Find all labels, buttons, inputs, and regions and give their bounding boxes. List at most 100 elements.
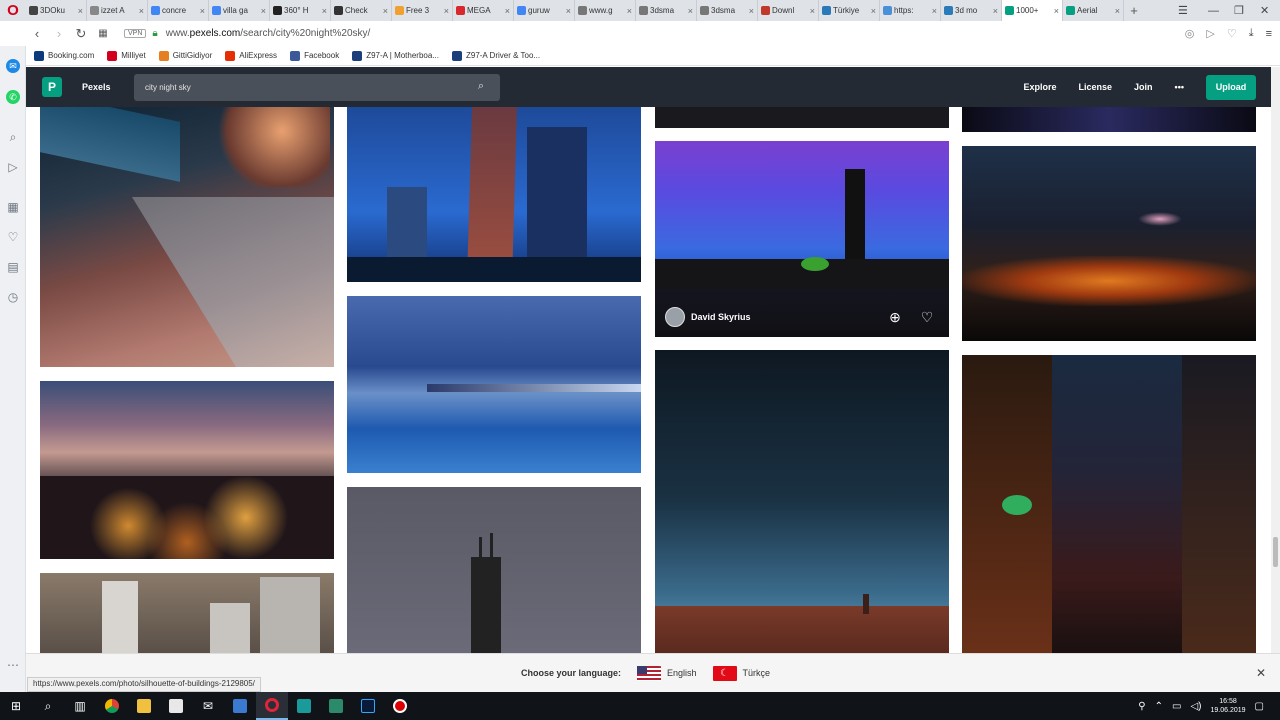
clock[interactable]: 16:58 19.06.2019 bbox=[1211, 697, 1246, 715]
browser-tab[interactable]: 3dsma × bbox=[636, 0, 697, 21]
easy-setup-icon[interactable]: ≡ bbox=[1266, 28, 1272, 40]
start-icon[interactable]: ⊞ bbox=[0, 692, 32, 720]
mail-icon[interactable]: ✉ bbox=[192, 692, 224, 720]
browser-tab[interactable]: villa ga × bbox=[209, 0, 270, 21]
browser-tab[interactable]: Downl × bbox=[758, 0, 819, 21]
bookmark-item[interactable]: Milliyet bbox=[107, 50, 146, 61]
vpn-badge[interactable]: VPN bbox=[124, 29, 147, 38]
download-icon[interactable]: ⤓ bbox=[1249, 27, 1254, 40]
tab-close-icon[interactable]: × bbox=[749, 6, 754, 16]
close-language-bar-icon[interactable]: ✕ bbox=[1256, 666, 1266, 680]
url-field[interactable]: www.pexels.com/search/city%20night%20sky… bbox=[166, 28, 371, 39]
bookmark-item[interactable]: Z97-A | Motherboa... bbox=[352, 50, 439, 61]
photo-bridge-road[interactable] bbox=[40, 107, 334, 367]
pexels-brand[interactable]: Pexels bbox=[82, 82, 111, 92]
tab-close-icon[interactable]: × bbox=[139, 6, 144, 16]
tab-close-icon[interactable]: × bbox=[200, 6, 205, 16]
file-explorer-icon[interactable] bbox=[128, 692, 160, 720]
send-icon[interactable]: ▷ bbox=[6, 160, 20, 174]
tab-close-icon[interactable]: × bbox=[810, 6, 815, 16]
lang-option-english[interactable]: English bbox=[637, 665, 697, 681]
people-icon[interactable]: ⚲ bbox=[1138, 701, 1145, 712]
bookmark-item[interactable]: Facebook bbox=[290, 50, 339, 61]
send-icon[interactable]: ▷ bbox=[1206, 27, 1214, 40]
photographer-name[interactable]: David Skyrius bbox=[691, 312, 751, 322]
tab-close-icon[interactable]: × bbox=[1115, 6, 1120, 16]
app-icon-blue[interactable] bbox=[224, 692, 256, 720]
browser-tab[interactable]: https: × bbox=[880, 0, 941, 21]
nav-join[interactable]: Join bbox=[1134, 82, 1153, 92]
browser-tab[interactable]: Check × bbox=[331, 0, 392, 21]
like-icon[interactable]: ♡ bbox=[920, 309, 934, 325]
news-icon[interactable]: ▤ bbox=[6, 260, 20, 274]
tab-close-icon[interactable]: × bbox=[444, 6, 449, 16]
back-icon[interactable]: ‹ bbox=[26, 26, 48, 41]
lang-option-turkish[interactable]: ☾ Türkçe bbox=[712, 665, 770, 681]
more-icon[interactable]: ⋯ bbox=[6, 658, 20, 672]
opera-menu-icon[interactable]: O bbox=[0, 0, 26, 21]
speed-dial-icon[interactable]: ▦ bbox=[6, 200, 20, 214]
bookmarks-icon[interactable]: ♡ bbox=[6, 230, 20, 244]
browser-tab[interactable]: 1000+ × bbox=[1002, 0, 1063, 21]
tab-close-icon[interactable]: × bbox=[627, 6, 632, 16]
browser-tab[interactable]: Free 3 × bbox=[392, 0, 453, 21]
whatsapp-icon[interactable]: ✆ bbox=[6, 90, 20, 104]
network-icon[interactable]: ▭ bbox=[1172, 701, 1181, 712]
new-tab-button[interactable]: + bbox=[1124, 3, 1144, 18]
tab-close-icon[interactable]: × bbox=[993, 6, 998, 16]
volume-icon[interactable]: ◁) bbox=[1190, 701, 1201, 712]
browser-tab[interactable]: izzet A × bbox=[87, 0, 148, 21]
scrollbar-thumb[interactable] bbox=[1273, 537, 1278, 567]
photoshop-icon[interactable] bbox=[352, 692, 384, 720]
browser-tab[interactable]: 3DOku × bbox=[26, 0, 87, 21]
browser-tab[interactable]: Türkiye × bbox=[819, 0, 880, 21]
maximize-button[interactable]: ❐ bbox=[1234, 0, 1244, 21]
browser-tab[interactable]: 360° H × bbox=[270, 0, 331, 21]
bookmark-item[interactable]: AliExpress bbox=[225, 50, 277, 61]
messenger-icon[interactable]: ✉ bbox=[6, 59, 20, 73]
opera-taskbar-icon[interactable] bbox=[256, 692, 288, 720]
tab-close-icon[interactable]: × bbox=[688, 6, 693, 16]
search-icon[interactable]: ⌕ bbox=[478, 80, 484, 93]
photo-street-night[interactable] bbox=[962, 355, 1256, 653]
upload-button[interactable]: Upload bbox=[1206, 74, 1256, 100]
tab-close-icon[interactable]: × bbox=[78, 6, 83, 16]
tab-close-icon[interactable]: × bbox=[932, 6, 937, 16]
photo-city-skyline-hover[interactable]: David Skyrius ⊕ ♡ bbox=[655, 141, 949, 337]
app-icon-green[interactable] bbox=[320, 692, 352, 720]
tab-close-icon[interactable]: × bbox=[505, 6, 510, 16]
photo-dark-top[interactable] bbox=[655, 107, 949, 128]
tab-menu-icon[interactable]: ☰ bbox=[1178, 0, 1188, 21]
photo-towers-storm[interactable] bbox=[40, 573, 334, 653]
page-scrollbar[interactable] bbox=[1271, 67, 1280, 653]
pexels-logo[interactable]: P bbox=[42, 77, 62, 97]
tab-close-icon[interactable]: × bbox=[261, 6, 266, 16]
nav-explore[interactable]: Explore bbox=[1023, 82, 1056, 92]
bookmark-item[interactable]: Z97-A Driver & Too... bbox=[451, 50, 540, 61]
tray-chevron-icon[interactable]: ⌃ bbox=[1155, 701, 1163, 712]
search-icon[interactable]: ⌕ bbox=[6, 130, 20, 144]
camera-icon[interactable]: ◎ bbox=[1185, 27, 1195, 40]
recorder-icon[interactable] bbox=[384, 692, 416, 720]
tab-close-icon[interactable]: × bbox=[566, 6, 571, 16]
browser-tab[interactable]: 3d mo × bbox=[941, 0, 1002, 21]
photo-skyscrapers-blue[interactable] bbox=[347, 107, 641, 282]
search-input[interactable]: city night sky ⌕ bbox=[134, 74, 500, 101]
photographer-avatar[interactable] bbox=[665, 307, 685, 327]
nav-license[interactable]: License bbox=[1079, 82, 1113, 92]
bookmark-item[interactable]: Booking.com bbox=[34, 50, 94, 61]
browser-tab[interactable]: MEGA × bbox=[453, 0, 514, 21]
close-window-button[interactable]: ✕ bbox=[1260, 0, 1269, 21]
bookmark-item[interactable]: GittiGidiyor bbox=[158, 50, 212, 61]
3dsmax-icon[interactable] bbox=[288, 692, 320, 720]
photo-coastline-blue[interactable] bbox=[347, 296, 641, 473]
photo-city-sunset[interactable] bbox=[40, 381, 334, 559]
forward-icon[interactable]: › bbox=[48, 26, 70, 41]
store-icon[interactable] bbox=[160, 692, 192, 720]
browser-tab[interactable]: 3dsma × bbox=[697, 0, 758, 21]
speed-dial-icon[interactable]: ▦ bbox=[92, 28, 114, 39]
chrome-icon[interactable] bbox=[96, 692, 128, 720]
photo-night-top[interactable] bbox=[962, 107, 1256, 132]
browser-tab[interactable]: www.g × bbox=[575, 0, 636, 21]
photo-starry-factory[interactable] bbox=[655, 350, 949, 653]
